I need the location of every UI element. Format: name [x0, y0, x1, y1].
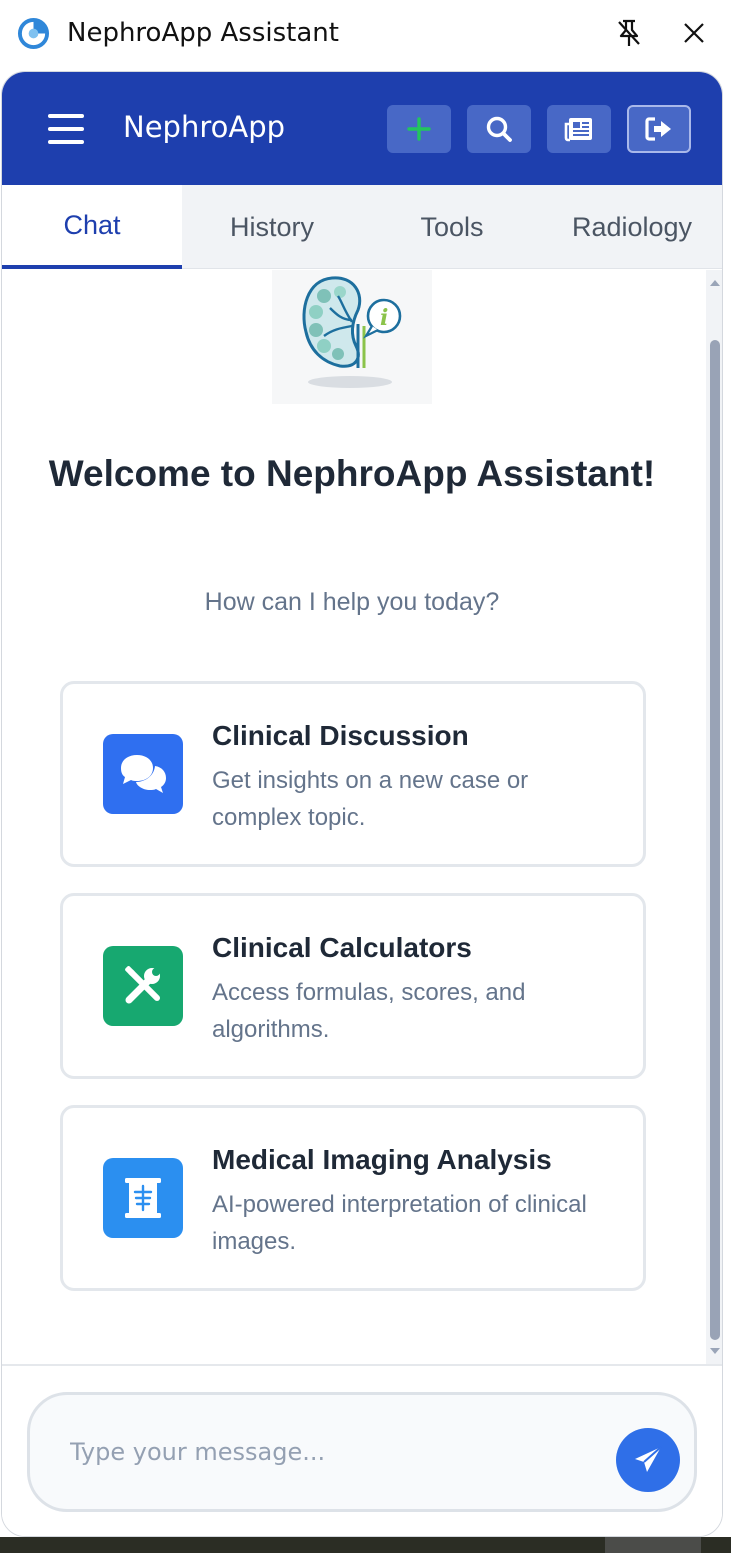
send-button[interactable]: [616, 1428, 680, 1492]
app-logo-icon: [17, 17, 50, 50]
news-button[interactable]: [547, 105, 611, 153]
desktop-background: [0, 1537, 731, 1553]
hamburger-menu-icon[interactable]: [48, 114, 84, 144]
unpin-button[interactable]: [610, 14, 648, 52]
clinical-calculators-card[interactable]: Clinical Calculators Access formulas, sc…: [60, 893, 646, 1079]
card-title: Clinical Calculators: [212, 932, 472, 963]
app-header: NephroApp: [2, 72, 722, 185]
message-box: [27, 1392, 697, 1512]
card-description: Get insights on a new case or complex to…: [212, 767, 529, 831]
tab-history[interactable]: History: [182, 185, 362, 269]
close-window-button[interactable]: [675, 14, 713, 52]
welcome-subtitle: How can I help you today?: [204, 588, 500, 616]
app-panel: NephroApp Chat History Tools Radiology i…: [1, 71, 723, 1537]
sign-out-icon: [645, 117, 671, 141]
card-description: AI-powered interpretation of clinical im…: [212, 1191, 587, 1255]
paper-plane-icon: [635, 1446, 662, 1472]
svg-text:i: i: [380, 305, 388, 331]
card-title: Clinical Discussion: [212, 720, 469, 751]
tab-radiology[interactable]: Radiology: [542, 185, 722, 269]
window-titlebar: NephroApp Assistant: [0, 0, 731, 68]
card-description: Access formulas, scores, and algorithms.: [212, 979, 526, 1043]
tab-tools[interactable]: Tools: [362, 185, 542, 269]
search-icon: [486, 116, 512, 142]
newspaper-icon: [564, 118, 592, 142]
content-scrollbar[interactable]: [706, 270, 722, 1364]
logout-button[interactable]: [627, 105, 691, 153]
close-icon: [684, 23, 704, 43]
search-button[interactable]: [467, 105, 531, 153]
tab-chat[interactable]: Chat: [2, 185, 182, 269]
tab-bar: Chat History Tools Radiology: [2, 185, 722, 269]
card-title: Medical Imaging Analysis: [212, 1144, 552, 1175]
composer-area: [2, 1364, 722, 1536]
medical-imaging-card[interactable]: Medical Imaging Analysis AI-powered inte…: [60, 1105, 646, 1291]
x-ray-icon: [103, 1158, 183, 1238]
scroll-down-arrow[interactable]: [710, 1348, 720, 1354]
scroll-thumb[interactable]: [710, 340, 720, 1340]
window-title: NephroApp Assistant: [67, 18, 339, 48]
welcome-title: Welcome to NephroApp Assistant!: [48, 453, 656, 494]
message-input[interactable]: [70, 1425, 590, 1479]
chat-welcome-area: i Welcome to NephroApp Assistant! How ca…: [2, 270, 706, 1364]
scroll-up-arrow[interactable]: [710, 280, 720, 286]
unpin-icon: [618, 19, 640, 46]
tools-icon: [103, 946, 183, 1026]
plus-icon: [407, 117, 431, 141]
brand-name: NephroApp: [123, 110, 286, 144]
chat-bubbles-icon: [103, 734, 183, 814]
clinical-discussion-card[interactable]: Clinical Discussion Get insights on a ne…: [60, 681, 646, 867]
new-chat-button[interactable]: [387, 105, 451, 153]
kidney-logo: i: [272, 270, 432, 404]
